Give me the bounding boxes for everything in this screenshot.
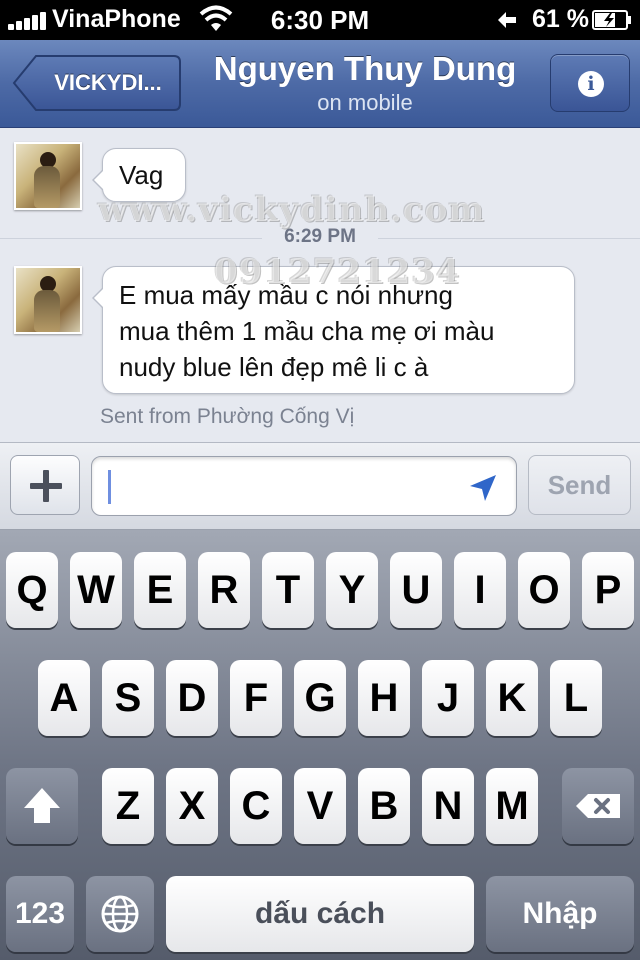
- message-text: Vag: [119, 160, 164, 190]
- watermark-phone: 0912721234: [214, 252, 461, 292]
- battery-percent: 61 %: [532, 5, 589, 33]
- conversation-subtitle: on mobile: [317, 90, 413, 115]
- key-e[interactable]: E: [134, 552, 186, 628]
- navigation-bar: VICKYDI... Nguyen Thuy Dung on mobile i: [0, 40, 640, 128]
- sent-from-location: Sent from Phường Cống Vị: [100, 405, 355, 428]
- battery-icon: [592, 10, 631, 30]
- message-line: nudy blue lên đẹp mê li c à: [119, 352, 429, 382]
- key-u[interactable]: U: [390, 552, 442, 628]
- avatar[interactable]: [14, 142, 82, 210]
- key-g[interactable]: G: [294, 660, 346, 736]
- globe-icon: [101, 895, 139, 933]
- key-b[interactable]: B: [358, 768, 410, 844]
- avatar[interactable]: [14, 266, 82, 334]
- keyboard: Q W E R T Y U I O P A S D F G H J K L Z …: [0, 530, 640, 960]
- key-z[interactable]: Z: [102, 768, 154, 844]
- key-q[interactable]: Q: [6, 552, 58, 628]
- conversation-title: Nguyen Thuy Dung: [213, 50, 517, 87]
- watermark-site: www.vickydinh.com: [98, 190, 486, 230]
- key-t[interactable]: T: [262, 552, 314, 628]
- send-button[interactable]: Send: [528, 455, 631, 515]
- message-line: mua thêm 1 mầu cha mẹ ơi màu: [119, 316, 495, 346]
- info-icon: i: [578, 71, 604, 97]
- message-input[interactable]: [91, 456, 517, 516]
- shift-key[interactable]: [6, 768, 78, 844]
- message-thread[interactable]: Vag www.vickydinh.com 6:29 PM E mua mấy …: [0, 128, 640, 442]
- key-d[interactable]: D: [166, 660, 218, 736]
- back-button-label: VICKYDI...: [54, 70, 162, 95]
- return-key[interactable]: Nhập: [486, 876, 634, 952]
- timestamp: 6:29 PM: [284, 226, 356, 247]
- space-key[interactable]: dấu cách: [166, 876, 474, 952]
- key-x[interactable]: X: [166, 768, 218, 844]
- key-s[interactable]: S: [102, 660, 154, 736]
- location-arrow-icon[interactable]: [468, 473, 498, 503]
- back-button[interactable]: VICKYDI...: [12, 54, 182, 112]
- key-a[interactable]: A: [38, 660, 90, 736]
- key-r[interactable]: R: [198, 552, 250, 628]
- key-v[interactable]: V: [294, 768, 346, 844]
- text-cursor: [108, 470, 111, 504]
- status-bar: VinaPhone 6:30 PM 61 %: [0, 0, 640, 40]
- shift-icon: [24, 788, 60, 823]
- attach-button[interactable]: [10, 455, 80, 515]
- key-l[interactable]: L: [550, 660, 602, 736]
- key-n[interactable]: N: [422, 768, 474, 844]
- backspace-icon: [576, 794, 620, 818]
- key-k[interactable]: K: [486, 660, 538, 736]
- compose-bar: Send: [0, 442, 640, 530]
- timestamp-divider: 6:29 PM: [0, 226, 640, 250]
- key-i[interactable]: I: [454, 552, 506, 628]
- key-c[interactable]: C: [230, 768, 282, 844]
- key-h[interactable]: H: [358, 660, 410, 736]
- key-m[interactable]: M: [486, 768, 538, 844]
- key-w[interactable]: W: [70, 552, 122, 628]
- key-j[interactable]: J: [422, 660, 474, 736]
- key-y[interactable]: Y: [326, 552, 378, 628]
- backspace-key[interactable]: [562, 768, 634, 844]
- numbers-key[interactable]: 123: [6, 876, 74, 952]
- key-p[interactable]: P: [582, 552, 634, 628]
- location-services-icon: [498, 12, 516, 28]
- key-f[interactable]: F: [230, 660, 282, 736]
- info-button[interactable]: i: [550, 54, 630, 112]
- globe-key[interactable]: [86, 876, 154, 952]
- key-o[interactable]: O: [518, 552, 570, 628]
